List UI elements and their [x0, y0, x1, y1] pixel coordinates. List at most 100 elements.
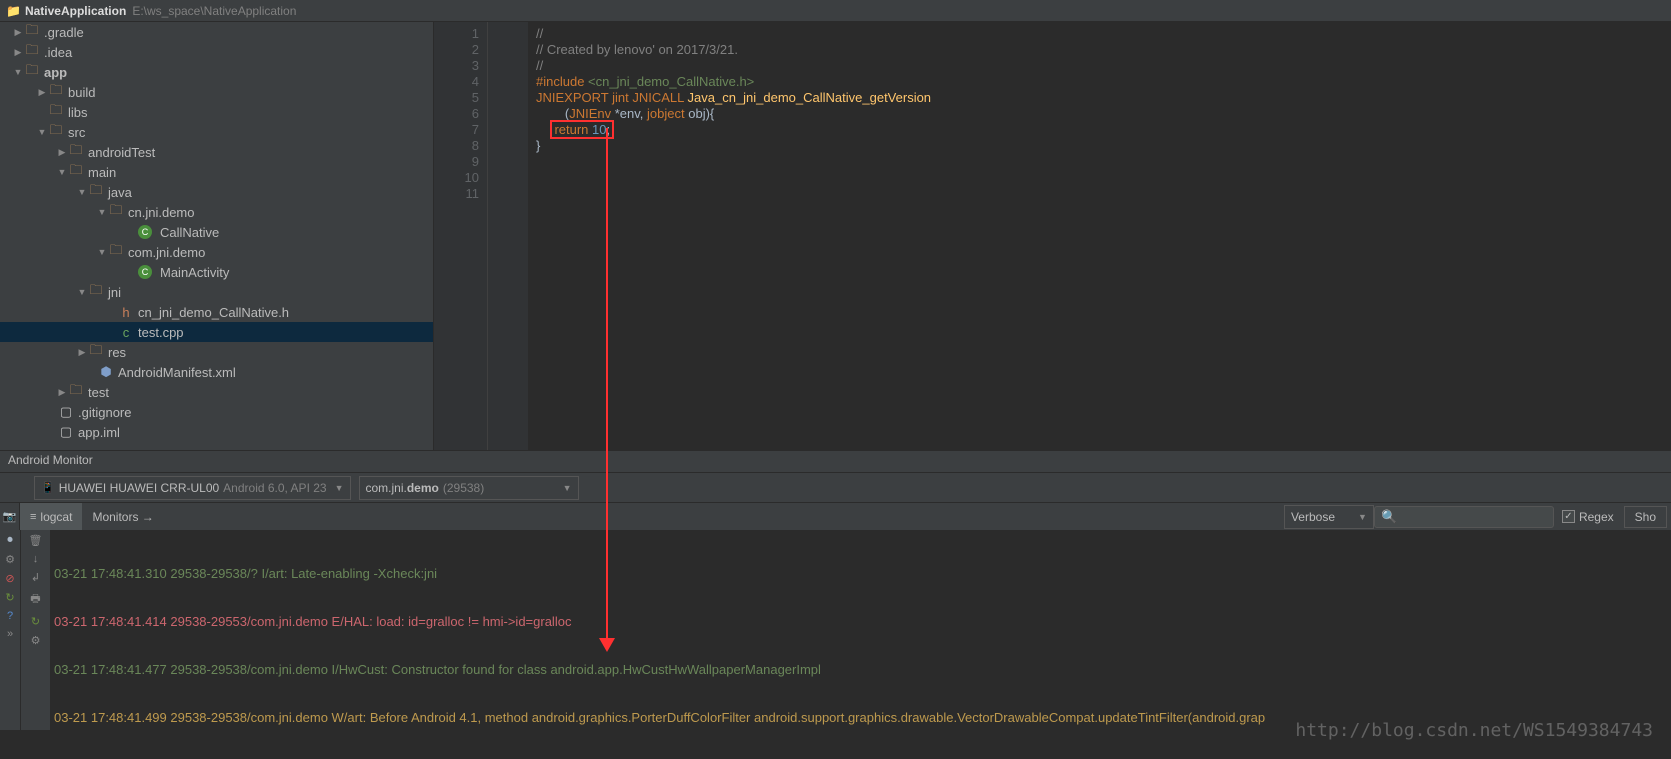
tree-item-androidtest[interactable]: ▶🗀androidTest	[0, 142, 433, 162]
screenshot-button[interactable]: 📷	[0, 503, 20, 530]
code-line: //	[536, 58, 1671, 74]
log-line: 03-21 17:48:41.310 29538-29538/? I/art: …	[54, 566, 1667, 582]
device-selector[interactable]: 📱 HUAWEI HUAWEI CRR-UL00 Android 6.0, AP…	[34, 476, 351, 500]
device-api: Android 6.0, API 23	[223, 481, 326, 495]
package-icon: 🗀	[108, 241, 124, 263]
camera-icon: 📷	[3, 510, 17, 523]
tree-item-app[interactable]: ▼🗀app	[0, 62, 433, 82]
watermark: http://blog.csdn.net/WS1549384743	[1295, 720, 1653, 741]
code-line: #include <cn_jni_demo_CallNative.h>	[536, 74, 1671, 90]
tree-item-jni[interactable]: ▼🗀jni	[0, 282, 433, 302]
folder-icon: 🗀	[24, 41, 40, 63]
tree-item-gradle[interactable]: ▶🗀.gradle	[0, 22, 433, 42]
more-icon[interactable]: »	[7, 628, 13, 640]
log-line: 03-21 17:48:41.414 29538-29553/com.jni.d…	[54, 614, 1667, 630]
logcat-bar: 📷 ≡logcat Monitors → Verbose▼ 🔍 ✓Regex S…	[0, 502, 1671, 530]
code-editor[interactable]: 1234567891011 // // Created by lenovo' o…	[434, 22, 1671, 450]
folder-icon: 🗀	[68, 381, 84, 403]
tree-item-callnative[interactable]: CCallNative	[0, 222, 433, 242]
folder-icon: 🗀	[48, 121, 64, 143]
gutter-marks	[488, 22, 528, 450]
tree-item-manifest[interactable]: ⬢AndroidManifest.xml	[0, 362, 433, 382]
logcat-output[interactable]: ⏺ ⚙ ⊘ ↻ ? » 🗑 ↓ ↲ 🖶 ↻ ⚙ 03-21 17:48:41.3…	[0, 530, 1671, 730]
tree-item-pkg-cn[interactable]: ▼🗀cn.jni.demo	[0, 202, 433, 222]
tree-item-build[interactable]: ▶🗀build	[0, 82, 433, 102]
log-level-selector[interactable]: Verbose▼	[1284, 505, 1374, 529]
folder-icon: 🗀	[88, 281, 104, 303]
chevron-down-icon: ▼	[335, 483, 344, 493]
process-selector[interactable]: com.jni.demo (29538) ▼	[359, 476, 579, 500]
search-icon: 🔍	[1381, 509, 1397, 525]
tree-item-libs[interactable]: 🗀libs	[0, 102, 433, 122]
code-line: JNIEXPORT jint JNICALL Java_cn_jni_demo_…	[536, 90, 1671, 106]
project-path: E:\ws_space\NativeApplication	[132, 4, 296, 18]
file-icon: ▢	[58, 424, 74, 440]
project-tree[interactable]: ▶🗀.gradle ▶🗀.idea ▼🗀app ▶🗀build 🗀libs ▼🗀…	[0, 22, 434, 450]
h-file-icon: h	[118, 305, 134, 320]
tree-item-java[interactable]: ▼🗀java	[0, 182, 433, 202]
tree-item-header[interactable]: hcn_jni_demo_CallNative.h	[0, 302, 433, 322]
log-icon: ≡	[30, 511, 36, 523]
folder-icon: 🗀	[68, 141, 84, 163]
help-icon[interactable]: ?	[7, 610, 13, 622]
folder-icon: 🗀	[88, 181, 104, 203]
tree-item-pkg-com[interactable]: ▼🗀com.jni.demo	[0, 242, 433, 262]
project-icon: 📁	[6, 4, 21, 18]
scroll-icon[interactable]: ↓	[33, 553, 39, 565]
annotation-arrowhead	[599, 638, 615, 652]
tree-item-mainactivity[interactable]: CMainActivity	[0, 262, 433, 282]
project-name: NativeApplication	[25, 4, 126, 18]
panel-title-android-monitor[interactable]: Android Monitor	[0, 450, 1671, 472]
log-toolbar-left: ⏺ ⚙ ⊘ ↻ ? »	[0, 530, 20, 730]
tree-item-gitignore[interactable]: ▢.gitignore	[0, 402, 433, 422]
device-icon: 📱	[41, 481, 55, 494]
tree-item-test[interactable]: ▶🗀test	[0, 382, 433, 402]
breadcrumb: 📁 NativeApplication E:\ws_space\NativeAp…	[0, 0, 1671, 22]
print-icon[interactable]: 🖶	[30, 590, 40, 609]
log-search-input[interactable]: 🔍	[1374, 506, 1554, 528]
restart-icon[interactable]: ↻	[31, 615, 40, 628]
tab-monitors[interactable]: Monitors →	[82, 503, 163, 530]
stop-icon[interactable]: ⊘	[5, 572, 14, 585]
tab-logcat[interactable]: ≡logcat	[20, 503, 82, 530]
cpp-file-icon: c	[118, 325, 134, 340]
tree-item-src[interactable]: ▼🗀src	[0, 122, 433, 142]
device-name: HUAWEI HUAWEI CRR-UL00	[59, 481, 219, 495]
code-line: return 10;	[536, 122, 1671, 138]
tree-item-idea[interactable]: ▶🗀.idea	[0, 42, 433, 62]
log-toolbar-right: 🗑 ↓ ↲ 🖶 ↻ ⚙	[20, 530, 50, 730]
class-icon: C	[138, 225, 152, 239]
clear-icon[interactable]: 🗑	[29, 534, 43, 547]
line-gutter: 1234567891011	[434, 22, 488, 450]
folder-icon: 🗀	[48, 101, 64, 123]
log-line: 03-21 17:48:41.477 29538-29538/com.jni.d…	[54, 662, 1667, 678]
device-bar: 📱 HUAWEI HUAWEI CRR-UL00 Android 6.0, AP…	[0, 472, 1671, 502]
file-icon: ▢	[58, 404, 74, 420]
folder-icon: 🗀	[24, 22, 40, 43]
show-filter-button[interactable]: Sho	[1624, 506, 1667, 528]
gear-icon[interactable]: ⚙	[31, 634, 41, 647]
folder-icon: 🗀	[68, 161, 84, 183]
tree-item-testcpp[interactable]: ctest.cpp	[0, 322, 433, 342]
tree-item-res[interactable]: ▶🗀res	[0, 342, 433, 362]
checkbox-icon: ✓	[1562, 510, 1575, 523]
code-line: }	[536, 138, 1671, 154]
code-line: // Created by lenovo' on 2017/3/21.	[536, 42, 1671, 58]
wrap-icon[interactable]: ↲	[31, 571, 40, 584]
xml-file-icon: ⬢	[98, 364, 114, 380]
chevron-down-icon: ▼	[563, 483, 572, 493]
code-area[interactable]: // // Created by lenovo' on 2017/3/21. /…	[528, 22, 1671, 450]
chevron-down-icon: ▼	[1358, 512, 1367, 522]
module-icon: 🗀	[24, 61, 40, 83]
tree-item-iml[interactable]: ▢app.iml	[0, 422, 433, 442]
log-lines[interactable]: 03-21 17:48:41.310 29538-29538/? I/art: …	[50, 530, 1671, 730]
process-name: com.jni.	[366, 481, 407, 495]
regex-checkbox[interactable]: ✓Regex	[1562, 510, 1614, 524]
settings-icon[interactable]: ⚙	[5, 553, 15, 566]
package-icon: 🗀	[108, 201, 124, 223]
restart-icon[interactable]: ↻	[5, 591, 14, 604]
class-icon: C	[138, 265, 152, 279]
tree-item-main[interactable]: ▼🗀main	[0, 162, 433, 182]
annotation-arrow	[606, 128, 608, 646]
record-icon[interactable]: ⏺	[7, 534, 13, 547]
